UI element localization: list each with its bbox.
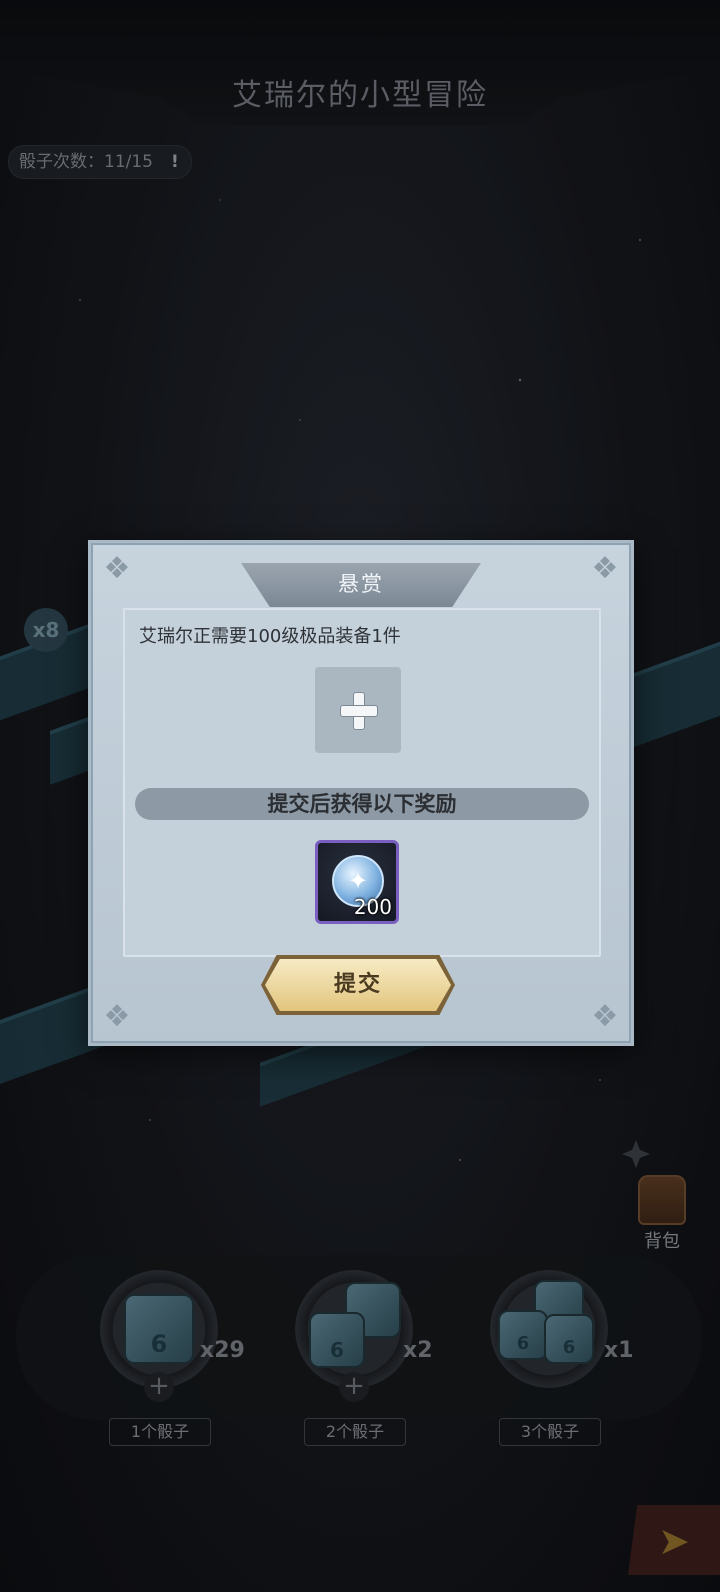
reward-qty: 200 — [353, 895, 392, 919]
bounty-content: 艾瑞尔正需要100级极品装备1件 提交后获得以下奖励 ✦ 200 — [123, 608, 601, 957]
requirement-text: 艾瑞尔正需要100级极品装备1件 — [139, 626, 401, 647]
corner-ornament: ❖ — [103, 551, 131, 586]
corner-ornament: ❖ — [103, 999, 131, 1034]
plus-icon — [338, 690, 378, 730]
submit-button[interactable]: 提交 — [265, 959, 451, 1011]
bounty-dialog: ❖ ❖ ❖ ❖ 悬赏 艾瑞尔正需要100级极品装备1件 提交后获得以下奖励 ✦ … — [88, 540, 634, 1046]
reward-item[interactable]: ✦ 200 — [315, 840, 399, 924]
add-equipment-slot[interactable] — [315, 667, 401, 753]
corner-ornament: ❖ — [591, 551, 619, 586]
corner-ornament: ❖ — [591, 999, 619, 1034]
dialog-title: 悬赏 — [241, 563, 481, 607]
reward-heading: 提交后获得以下奖励 — [135, 788, 589, 820]
